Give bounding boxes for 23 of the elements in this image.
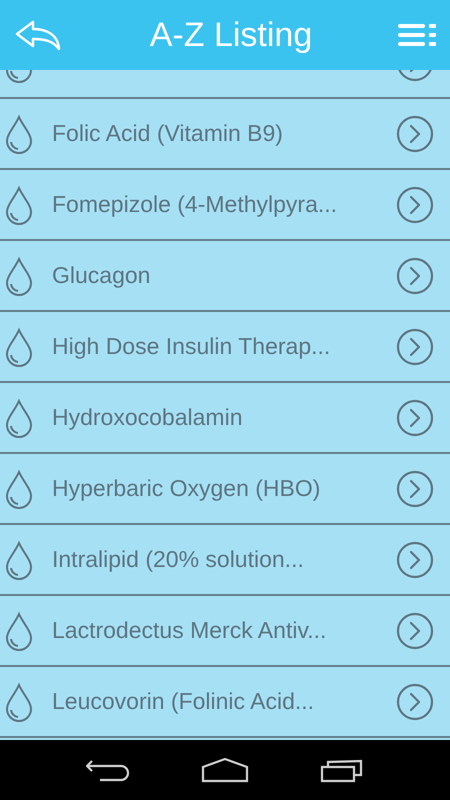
list-item[interactable]: Intralipid (20% solution... — [0, 525, 450, 596]
list-item[interactable]: Leucovorin (Folinic Acid... — [0, 667, 450, 738]
item-label: Glucagon — [52, 262, 152, 289]
item-label: Hydroxocobalamin — [52, 404, 244, 431]
list-item[interactable]: High Dose Insulin Therap... — [0, 312, 450, 383]
list-item[interactable]: Hyperbaric Oxygen (HBO) — [0, 454, 450, 525]
item-label: High Dose Insulin Therap... — [52, 333, 332, 360]
list-item[interactable]: Glucagon — [0, 241, 450, 312]
item-label: Leucovorin (Folinic Acid... — [52, 688, 316, 715]
list-item[interactable]: Hydroxocobalamin — [0, 383, 450, 454]
screen-title: A-Z Listing — [150, 16, 312, 54]
item-label: Fomepizole (4-Methylpyra... — [52, 191, 338, 218]
back-icon[interactable] — [86, 757, 130, 783]
list-item[interactable]: Fomepizole (4-Methylpyra... — [0, 170, 450, 241]
menu-icon — [398, 23, 436, 47]
item-label: Lactrodectus Merck Antiv... — [52, 617, 328, 644]
list-item[interactable]: Folic Acid (Vitamin B9) — [0, 99, 450, 170]
list-item[interactable]: Lactrodectus Merck Antiv... — [0, 596, 450, 667]
recent-apps-icon[interactable] — [320, 757, 364, 783]
item-label: Hyperbaric Oxygen (HBO) — [52, 475, 322, 502]
home-icon[interactable] — [200, 757, 249, 783]
item-label: Intralipid (20% solution... — [52, 546, 305, 573]
item-label: Folic Acid (Vitamin B9) — [52, 120, 284, 147]
